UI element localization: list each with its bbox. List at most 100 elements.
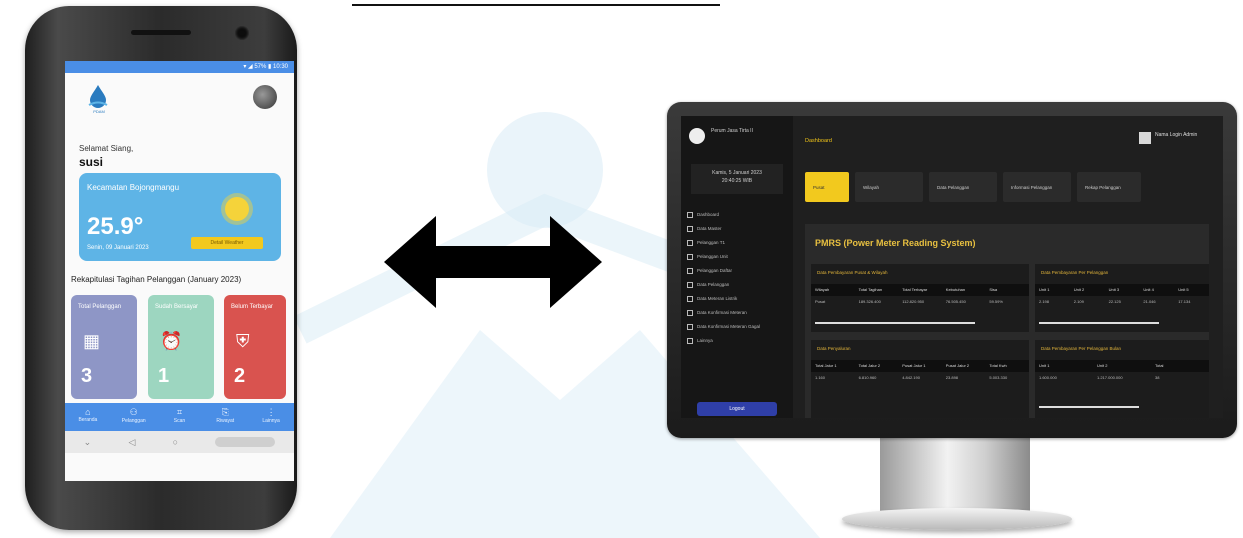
card-label: Belum Terbayar — [231, 304, 273, 310]
table-header: Total Jalur 1 Total Jalur 2 Pusat Jalur 1P… — [811, 360, 1029, 372]
sun-icon — [225, 197, 249, 221]
menu-icon — [687, 211, 693, 218]
section-payment-area: Data Pembayaran Pusat & Wilayah Wilayah T… — [811, 264, 1029, 332]
menu-icon — [687, 295, 693, 302]
weather-date: Senin, 09 Januari 2023 — [87, 245, 149, 251]
filter-tabs: Pusat Wilayah Data Pelanggan Informasi P… — [805, 172, 1141, 202]
section-payment-customer: Data Pembayaran Per Pelanggan Unit 1 Unit… — [1035, 264, 1209, 332]
recents-pill[interactable] — [215, 437, 276, 447]
sidebar-item[interactable]: Dashboard — [687, 208, 787, 222]
section-title: Data Pembayaran Pusat & Wilayah — [817, 270, 888, 275]
nav-home[interactable]: ⌂ Beranda — [65, 403, 111, 431]
time-line: 20:40:25 WIB — [721, 178, 753, 184]
menu-icon — [687, 309, 693, 316]
sidebar-item[interactable]: Data Meteran Listrik — [687, 292, 787, 306]
date-time-box: Kamis, 5 Januari 2023 20:40:25 WIB — [691, 164, 783, 194]
scrollbar[interactable] — [1039, 322, 1159, 324]
data-table: Total Jalur 1 Total Jalur 2 Pusat Jalur 1P… — [811, 360, 1029, 384]
home-button-icon[interactable]: ○ — [173, 437, 178, 447]
recap-title: Rekapitulasi Tagihan Pelanggan (January … — [71, 275, 242, 284]
card-label: Sudah Bersayar — [155, 304, 199, 310]
sidebar-item[interactable]: Data Konfirmasi Meteran — [687, 306, 787, 320]
tab-informasi[interactable]: Informasi Pelanggan — [1003, 172, 1071, 202]
data-table: Wilayah Total Tagihan Total Terbayar Kebutu… — [811, 284, 1029, 308]
data-table: Unit 1 Unit 2 Unit 3 Unit 4 Unit 5 2.198 2.10… — [1035, 284, 1209, 308]
pmrs-panel: PMRS (Power Meter Reading System) Data P… — [805, 224, 1209, 418]
mobile-app-screen: ▾ ◢ 57% ▮ 10:30 PDAM Selamat Siang, susi… — [65, 61, 294, 481]
tab-rekap[interactable]: Rekap Pelanggan — [1077, 172, 1141, 202]
tab-pusat[interactable]: Pusat — [805, 172, 849, 202]
users-icon: ⚇ — [129, 407, 138, 417]
weather-card[interactable]: Kecamatan Bojongmangu 25.9° Senin, 09 Ja… — [79, 173, 281, 261]
scrollbar[interactable] — [815, 322, 975, 324]
section-title: Data Pembayaran Per Pelanggan Bulan — [1041, 346, 1122, 351]
weather-temperature: 25.9° — [87, 213, 144, 240]
menu-icon — [687, 267, 693, 274]
system-navigation-bar: ⌄ ◁ ○ — [65, 431, 294, 453]
nav-history[interactable]: ⎘ Riwayat — [202, 403, 248, 431]
card-unpaid[interactable]: Belum Terbayar ⛨ 2 — [224, 295, 286, 399]
card-value: 1 — [158, 365, 170, 387]
bottom-navigation: ⌂ Beranda ⚇ Pelanggan ⌗ Scan ⎘ Riwayat ⋮ Lain… — [65, 403, 294, 431]
tab-data-pelanggan[interactable]: Data Pelanggan — [929, 172, 997, 202]
smartphone-device: ▾ ◢ 57% ▮ 10:30 PDAM Selamat Siang, susi… — [25, 6, 297, 530]
logout-button[interactable]: Logout — [697, 402, 777, 416]
tab-wilayah[interactable]: Wilayah — [855, 172, 923, 202]
sidebar-item[interactable]: Pelanggan Unit — [687, 250, 787, 264]
card-value: 3 — [81, 365, 93, 387]
table-header: Unit 1 Unit 2 Total — [1035, 360, 1209, 372]
menu-icon — [687, 337, 693, 344]
section-payment-month: Data Pembayaran Per Pelanggan Bulan Unit… — [1035, 340, 1209, 418]
menu-icon — [687, 323, 693, 330]
sidebar-item[interactable]: Pelanggan T1 — [687, 236, 787, 250]
double-arrow-icon — [384, 216, 602, 308]
shield-icon: ⛨ — [236, 331, 250, 351]
card-value: 2 — [234, 365, 246, 387]
card-label: Total Pelanggan — [78, 304, 122, 310]
sidebar-item[interactable]: Data Master — [687, 222, 787, 236]
home-icon: ⌂ — [85, 407, 91, 417]
avatar[interactable] — [253, 85, 277, 109]
water-drop-logo-icon — [88, 85, 108, 108]
data-table: Unit 1 Unit 2 Total 1.600.000 1.217.000.000… — [1035, 360, 1209, 384]
nav-scan[interactable]: ⌗ Scan — [157, 403, 203, 431]
history-icon: ⎘ — [221, 407, 229, 417]
collapse-icon[interactable]: ⌄ — [84, 437, 92, 448]
monitor-stand-base — [842, 508, 1072, 530]
menu-icon — [687, 239, 693, 246]
section-title: Data Pembayaran Per Pelanggan — [1041, 270, 1109, 275]
phone-speaker — [131, 30, 191, 35]
table-row: 1.600.000 1.217.000.000 38 — [1039, 375, 1160, 380]
card-paid[interactable]: Sudah Bersayar ⏰ 1 — [148, 295, 214, 399]
desktop-monitor: Perum Jasa Tirta II Kamis, 5 Januari 202… — [667, 102, 1237, 438]
table-row: 1.160 6.810.960 4.842.190 23.898 5.003.330 — [815, 375, 1008, 380]
sidebar-item[interactable]: Data Konfirmasi Meteran Gagal — [687, 320, 787, 334]
back-icon[interactable]: ◁ — [128, 437, 135, 448]
panel-title: PMRS (Power Meter Reading System) — [815, 238, 976, 248]
scrollbar[interactable] — [1039, 406, 1139, 408]
web-dashboard-screen: Perum Jasa Tirta II Kamis, 5 Januari 202… — [681, 116, 1223, 418]
sidebar-item[interactable]: Pelanggan Daftar — [687, 264, 787, 278]
sidebar: Perum Jasa Tirta II Kamis, 5 Januari 202… — [681, 116, 793, 418]
app-logo-icon — [689, 128, 705, 144]
user-name[interactable]: Nama Login Admin — [1155, 132, 1197, 138]
status-bar: ▾ ◢ 57% ▮ 10:30 — [65, 61, 294, 73]
menu-icon — [687, 253, 693, 260]
sidebar-menu: Dashboard Data Master Pelanggan T1 Pelan… — [687, 208, 787, 348]
date-line: Kamis, 5 Januari 2023 — [712, 170, 762, 176]
card-total-customers[interactable]: Total Pelanggan ▦ 3 — [71, 295, 137, 399]
sidebar-item[interactable]: Lainnya — [687, 334, 787, 348]
nav-customers[interactable]: ⚇ Pelanggan — [111, 403, 157, 431]
sidebar-item[interactable]: Data Pelanggan — [687, 278, 787, 292]
user-name: susi — [79, 155, 104, 169]
building-icon: ▦ — [83, 331, 101, 351]
page-title: Dashboard — [805, 138, 832, 144]
table-header: Unit 1 Unit 2 Unit 3 Unit 4 Unit 5 — [1035, 284, 1209, 296]
greeting-text: Selamat Siang, — [79, 144, 134, 153]
weather-detail-button[interactable]: Detail Weather — [191, 237, 263, 249]
weather-district: Kecamatan Bojongmangu — [87, 183, 180, 192]
user-avatar[interactable] — [1139, 132, 1151, 144]
menu-icon — [687, 225, 693, 232]
nav-more[interactable]: ⋮ Lainnya — [248, 403, 294, 431]
alarm-icon: ⏰ — [160, 331, 183, 351]
